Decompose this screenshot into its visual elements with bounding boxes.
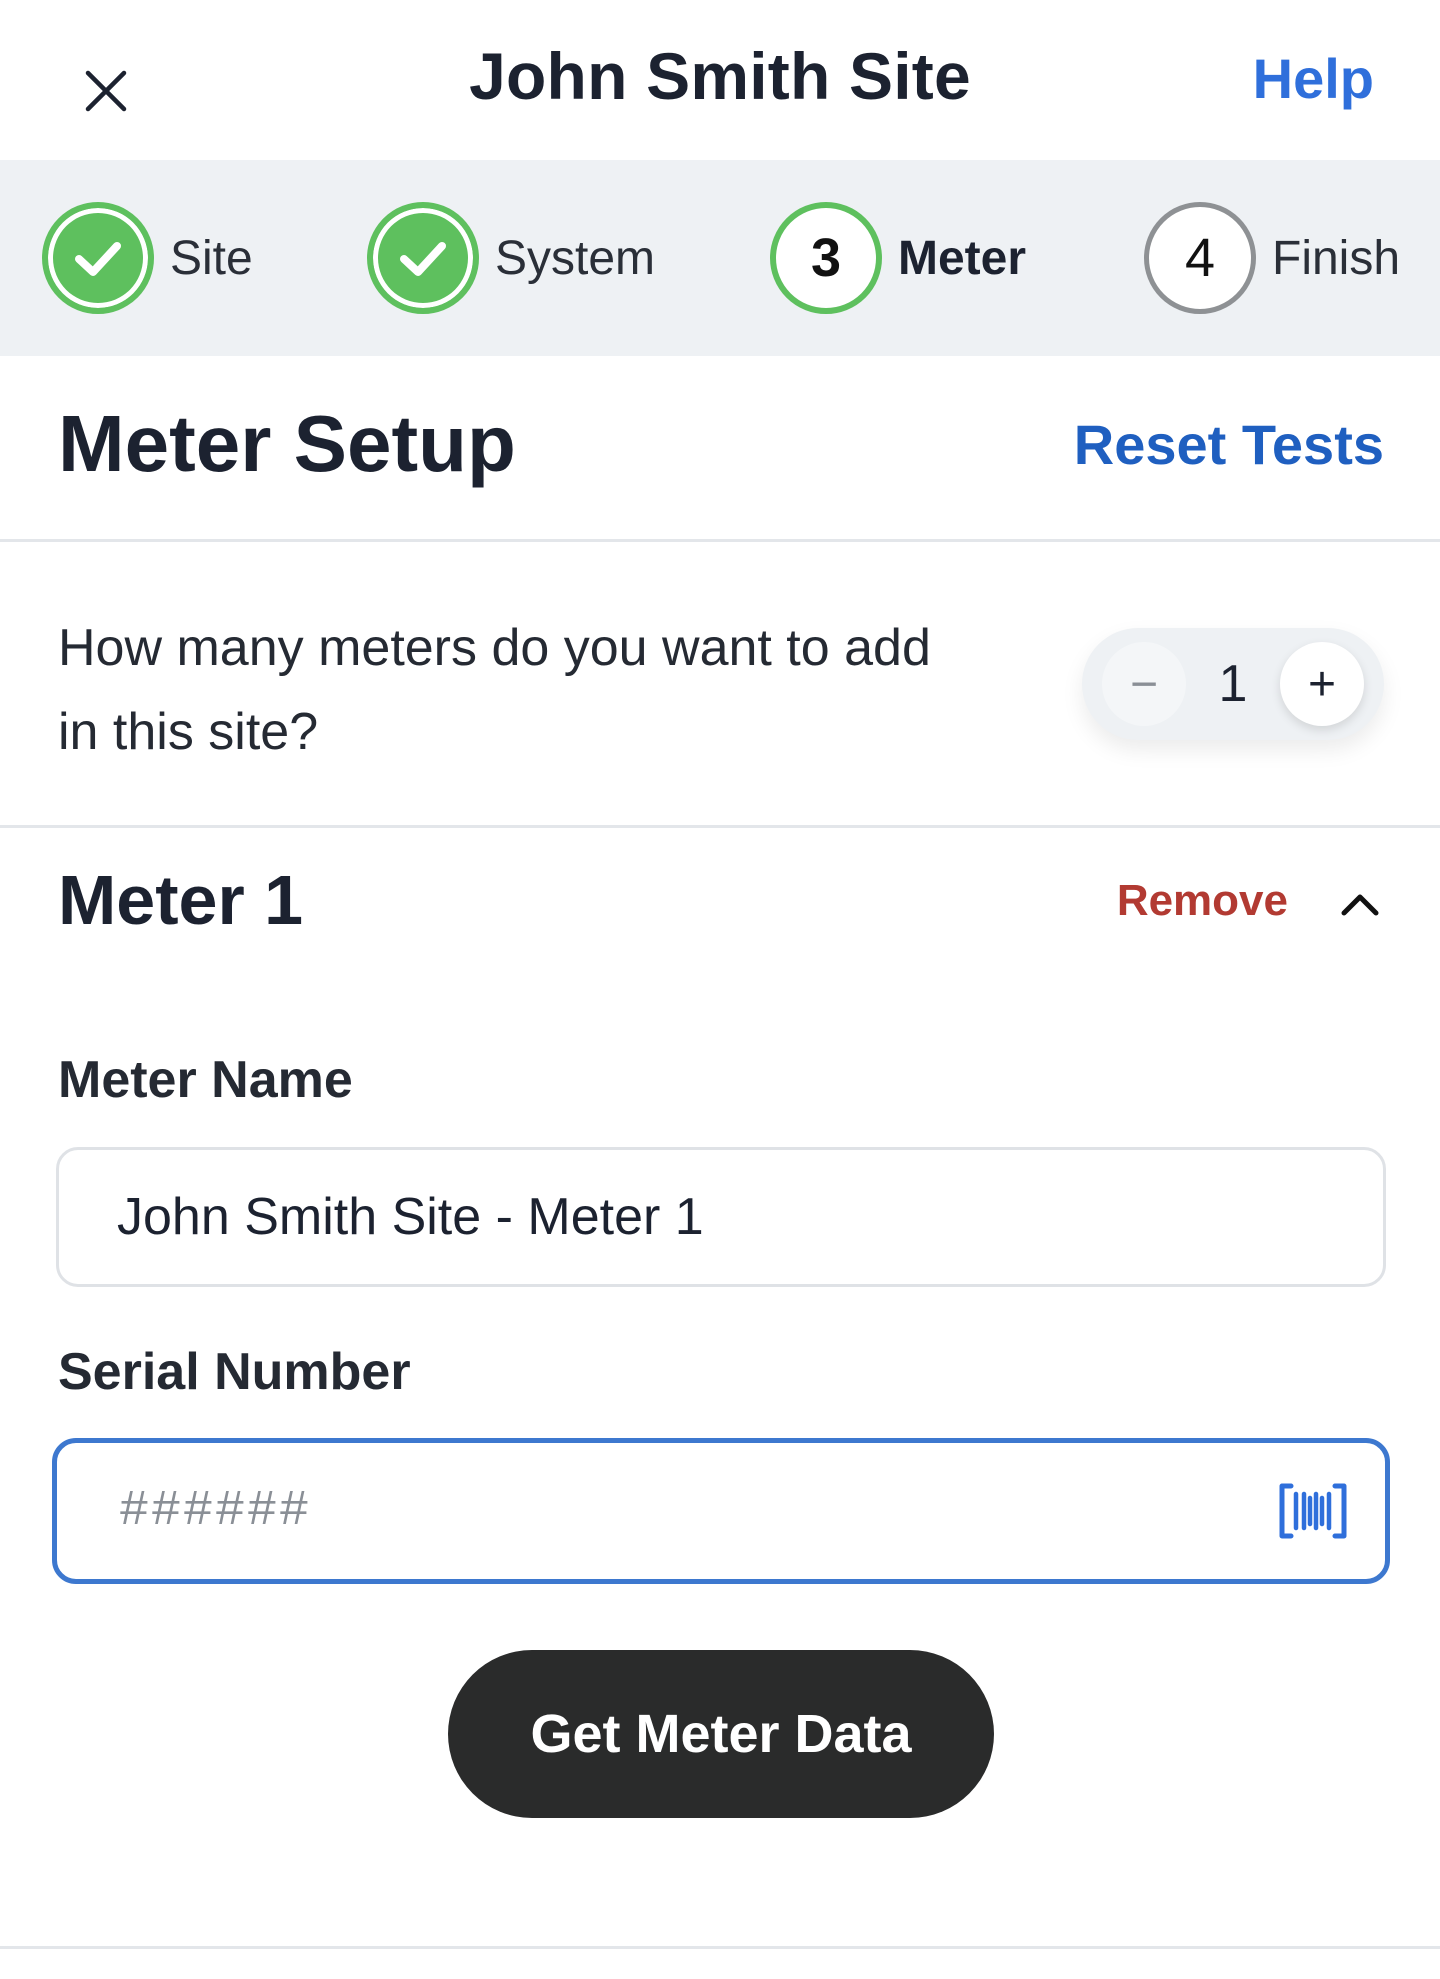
remove-meter-link[interactable]: Remove (1117, 876, 1288, 926)
decrement-button[interactable]: − (1102, 642, 1186, 726)
step-site-indicator (42, 202, 154, 314)
step-finish-indicator: 4 (1144, 202, 1256, 314)
step-meter-indicator: 3 (770, 202, 882, 314)
meter-count-question: How many meters do you want to add in th… (58, 619, 931, 761)
meter-name-label: Meter Name (58, 1051, 353, 1109)
collapse-button[interactable] (1324, 868, 1396, 940)
step-system-indicator (367, 202, 479, 314)
checkmark-icon (400, 242, 446, 276)
serial-number-input[interactable] (57, 1443, 1257, 1579)
reset-tests-link[interactable]: Reset Tests (1074, 412, 1384, 477)
step-system-label: System (495, 231, 656, 285)
step-site-label: Site (170, 231, 253, 285)
serial-number-label: Serial Number (58, 1343, 411, 1401)
meter-count-row: How many meters do you want to add in th… (0, 542, 1440, 828)
meter-title: Meter 1 (58, 861, 304, 939)
step-finish[interactable]: 4 Finish (1144, 160, 1400, 356)
scan-barcode-button[interactable] (1269, 1467, 1357, 1555)
step-site[interactable]: Site (42, 160, 253, 356)
step-finish-number: 4 (1184, 228, 1216, 288)
meter-count-stepper: − 1 + (1082, 628, 1384, 740)
meter-card-header: Meter 1 Remove (0, 828, 1440, 978)
checkmark-icon (75, 242, 121, 276)
meter-count-value: 1 (1218, 655, 1248, 713)
meter-name-input[interactable] (56, 1147, 1386, 1287)
help-link[interactable]: Help (1253, 46, 1374, 111)
meter-card: Meter 1 Remove Meter Name Serial Number … (0, 828, 1440, 1818)
step-finish-label: Finish (1272, 231, 1401, 285)
section-header: Meter Setup Reset Tests (0, 356, 1440, 542)
increment-button[interactable]: + (1279, 642, 1364, 726)
app-header: John Smith Site Help (0, 0, 1440, 160)
get-meter-data-button[interactable]: Get Meter Data (448, 1650, 994, 1818)
meter-setup-screen: John Smith Site Help Site System 3 Meter… (0, 0, 1440, 1979)
step-meter-number: 3 (810, 228, 842, 288)
step-meter-label: Meter (898, 231, 1027, 285)
step-meter[interactable]: 3 Meter (770, 160, 1026, 356)
serial-number-field (52, 1438, 1390, 1584)
bottom-divider (0, 1946, 1440, 1949)
step-system[interactable]: System (367, 160, 655, 356)
progress-stepper: Site System 3 Meter 4 Finish (0, 160, 1440, 356)
page-title: Meter Setup (58, 399, 516, 488)
header-title: John Smith Site (469, 39, 971, 113)
barcode-scan-icon (1279, 1483, 1347, 1539)
chevron-up-icon (1341, 894, 1379, 916)
